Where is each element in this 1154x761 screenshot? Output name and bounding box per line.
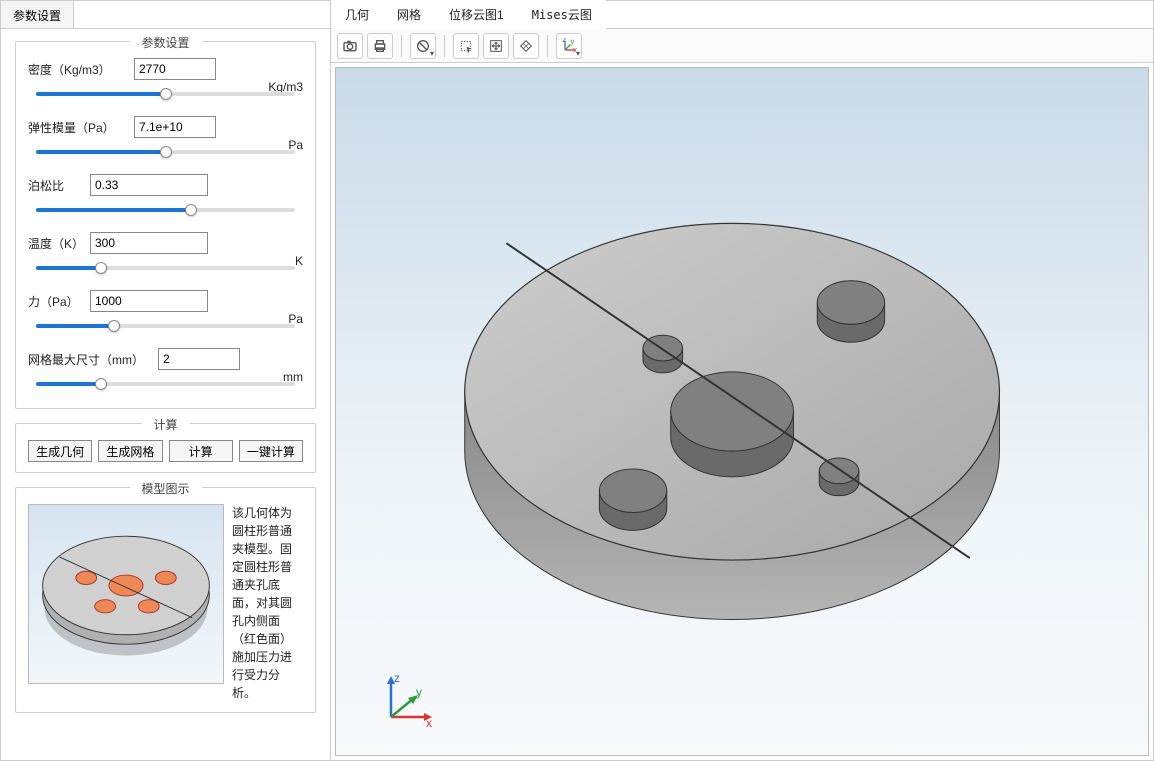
param-input-1[interactable] [134, 116, 216, 138]
param-slider-3[interactable] [36, 260, 295, 276]
axes-icon[interactable]: zxy▾ [556, 33, 582, 59]
right-tab-1[interactable]: 网格 [383, 0, 435, 29]
compute-button-0[interactable]: 生成几何 [28, 440, 92, 462]
toolbar-separator [547, 35, 548, 57]
fit-icon[interactable] [483, 33, 509, 59]
right-tab-3[interactable]: Mises云图 [518, 0, 606, 29]
param-label: 泊松比 [28, 177, 84, 194]
camera-icon[interactable] [337, 33, 363, 59]
param-label: 密度（Kg/m3） [28, 61, 128, 78]
compute-button-3[interactable]: 一键计算 [239, 440, 303, 462]
right-tab-2[interactable]: 位移云图1 [435, 0, 518, 29]
fieldset-compute-title: 计算 [141, 416, 189, 433]
fieldset-model-title: 模型图示 [129, 480, 201, 497]
fieldset-params: 参数设置 密度（Kg/m3）Kg/m3弹性模量（Pa）Pa泊松比温度（K）K力（… [15, 41, 316, 409]
param-row-4: 力（Pa）Pa [28, 290, 303, 312]
viewport-toolbar: ▾ zxy▾ [331, 29, 1153, 63]
left-panel-body: 参数设置 密度（Kg/m3）Kg/m3弹性模量（Pa）Pa泊松比温度（K）K力（… [1, 29, 330, 760]
param-label: 弹性模量（Pa） [28, 119, 128, 136]
param-slider-2[interactable] [36, 202, 295, 218]
param-row-5: 网格最大尺寸（mm）mm [28, 348, 303, 370]
param-row-0: 密度（Kg/m3）Kg/m3 [28, 58, 303, 80]
fieldset-model: 模型图示 [15, 487, 316, 713]
forbid-icon[interactable]: ▾ [410, 33, 436, 59]
param-row-2: 泊松比 [28, 174, 303, 196]
model-description: 该几何体为圆柱形普通夹模型。固定圆柱形普通夹孔底面，对其圆孔内侧面（红色面）施加… [232, 504, 303, 702]
toolbar-separator [401, 35, 402, 57]
param-slider-1[interactable] [36, 144, 295, 160]
model-thumbnail [28, 504, 224, 684]
svg-text:y: y [416, 685, 422, 699]
fieldset-params-title: 参数设置 [129, 34, 201, 51]
param-label: 网格最大尺寸（mm） [28, 351, 152, 368]
param-slider-0[interactable] [36, 86, 295, 102]
right-panel: 几何网格位移云图1Mises云图 ▾ zxy▾ [331, 1, 1153, 760]
svg-text:x: x [426, 716, 432, 730]
svg-text:y: y [570, 38, 574, 46]
rotate-icon[interactable] [513, 33, 539, 59]
svg-text:z: z [394, 672, 400, 685]
right-tab-0[interactable]: 几何 [331, 0, 383, 29]
param-input-3[interactable] [90, 232, 208, 254]
param-input-0[interactable] [134, 58, 216, 80]
svg-text:z: z [562, 38, 566, 44]
compute-button-2[interactable]: 计算 [169, 440, 233, 462]
left-panel: 参数设置 参数设置 密度（Kg/m3）Kg/m3 弹性模量（Pa）Pa 泊松比温度（… [1, 1, 331, 760]
param-unit: K [295, 254, 303, 268]
param-row-3: 温度（K）K [28, 232, 303, 254]
param-input-4[interactable] [90, 290, 208, 312]
fieldset-compute: 计算 生成几何生成网格计算一键计算 [15, 423, 316, 473]
left-tabs: 参数设置 [1, 1, 330, 29]
3d-viewport[interactable]: z x y [335, 67, 1149, 756]
right-tabs: 几何网格位移云图1Mises云图 [331, 1, 1153, 29]
printer-icon[interactable] [367, 33, 393, 59]
param-input-2[interactable] [90, 174, 208, 196]
toolbar-separator [444, 35, 445, 57]
axis-triad: z x y [376, 672, 436, 735]
param-label: 温度（K） [28, 235, 84, 252]
rect-select-icon[interactable] [453, 33, 479, 59]
param-label: 力（Pa） [28, 293, 84, 310]
geometry-render [336, 68, 1148, 755]
param-slider-5[interactable] [36, 376, 295, 392]
param-slider-4[interactable] [36, 318, 295, 334]
param-row-1: 弹性模量（Pa）Pa [28, 116, 303, 138]
param-input-5[interactable] [158, 348, 240, 370]
compute-button-1[interactable]: 生成网格 [98, 440, 162, 462]
left-tab-params[interactable]: 参数设置 [1, 1, 74, 28]
